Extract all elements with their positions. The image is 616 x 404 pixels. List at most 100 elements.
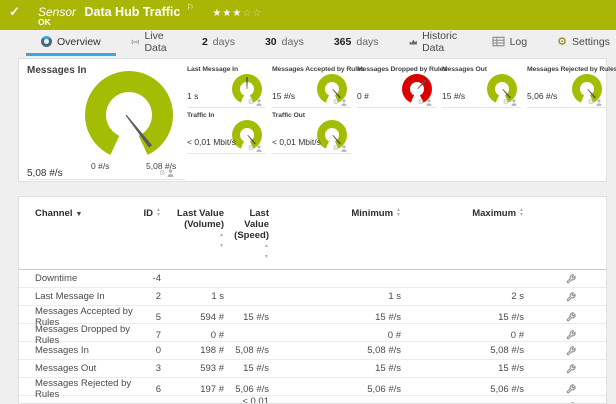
tab-bar: Overview Live Data 2 days 30 days 365 da…: [0, 30, 616, 56]
column-header-last-value-speed[interactable]: Last Value(Speed)▲▼: [224, 208, 269, 263]
wrench-settings-icon[interactable]: [566, 274, 576, 284]
overview-gauge-icon: [41, 36, 52, 47]
person-icon[interactable]: [596, 99, 602, 106]
column-header-last-value-volume[interactable]: Last Value(Volume)▲▼: [161, 208, 224, 252]
tab-historic-data-label: Historic Data: [422, 30, 461, 54]
person-icon[interactable]: [341, 145, 347, 152]
table-row-messages-in[interactable]: Messages In 0 198 # 5,08 #/s 5,08 #/s 5,…: [19, 342, 606, 360]
cell-volume: 1 s: [161, 291, 224, 302]
tab-365-days-number: 365: [334, 36, 352, 48]
primary-gauge-label: Messages In: [27, 65, 86, 76]
gauge-label: Messages Rejected by Rules: [527, 66, 606, 73]
gear-icon[interactable]: ⚙: [248, 99, 254, 106]
column-header-id[interactable]: ID▲▼: [139, 208, 161, 219]
tab-30-days[interactable]: 30 days: [250, 30, 319, 56]
cell-speed: 15 #/s: [224, 312, 269, 323]
gauge-scale-min: 0 #/s: [91, 161, 109, 171]
cell-channel: Messages Dropped by Rules: [35, 324, 139, 346]
tab-historic-data[interactable]: Historic Data: [394, 30, 477, 56]
gauge-label: Last Message In: [187, 66, 266, 73]
column-header-minimum[interactable]: Minimum▲▼: [269, 208, 401, 219]
column-header-speed-line2: (Speed)▲▼: [224, 230, 269, 263]
divider: [27, 179, 185, 180]
status-badge: OK: [38, 17, 51, 27]
mini-gauge-traffic-in: Traffic In < 0,01 Mbit/s ⚙: [187, 112, 266, 154]
status-ok-check-icon: ✓: [9, 4, 20, 20]
gauge-actions: ⚙: [418, 99, 432, 106]
gauge-actions: ⚙: [503, 99, 517, 106]
person-icon[interactable]: [341, 99, 347, 106]
table-row-messages-accepted[interactable]: Messages Accepted by Rules 5 594 # 15 #/…: [19, 306, 606, 324]
gear-icon[interactable]: ⚙: [503, 99, 509, 106]
flag-icon[interactable]: ⚐: [187, 3, 194, 12]
table-row-last-message-in[interactable]: Last Message In 2 1 s 1 s 2 s: [19, 288, 606, 306]
table-row-messages-out[interactable]: Messages Out 3 593 # 15 #/s 15 #/s 15 #/…: [19, 360, 606, 378]
sort-toggle-icon: ▲▼: [164, 230, 224, 252]
column-header-maximum-label: Maximum: [472, 208, 516, 219]
cell-minimum: 1 s: [269, 291, 401, 302]
cell-maximum: 2 s: [401, 291, 524, 302]
column-header-volume-line2: (Volume)▲▼: [161, 219, 224, 252]
cell-minimum: 15 #/s: [269, 312, 401, 323]
live-data-icon: [131, 36, 140, 48]
gear-icon[interactable]: ⚙: [418, 99, 424, 106]
gauge-value: < 0,01 Mbit/s: [272, 137, 321, 147]
wrench-settings-icon[interactable]: [566, 364, 576, 374]
mini-gauge-traffic-out: Traffic Out < 0,01 Mbit/s ⚙: [272, 112, 351, 154]
tab-live-data[interactable]: Live Data: [116, 30, 187, 56]
wrench-settings-icon[interactable]: [566, 312, 576, 322]
column-header-volume-line1: Last Value: [161, 208, 224, 219]
stars-empty[interactable]: ☆☆: [242, 8, 262, 19]
column-header-channel[interactable]: Channel▼: [35, 208, 139, 219]
tab-365-days[interactable]: 365 days: [319, 30, 394, 56]
wrench-settings-icon[interactable]: [566, 292, 576, 302]
cell-channel: Downtime: [35, 273, 139, 284]
person-icon[interactable]: [256, 145, 262, 152]
mini-gauges-row-1: Last Message In 1 s ⚙ Messages Accepted …: [187, 66, 612, 108]
gauge-actions: ⚙: [248, 145, 262, 152]
person-icon[interactable]: [167, 169, 174, 177]
person-icon[interactable]: [511, 99, 517, 106]
column-header-maximum[interactable]: Maximum▲▼: [401, 208, 524, 219]
mini-gauge-last-message-in: Last Message In 1 s ⚙: [187, 66, 266, 108]
table-row-messages-rejected[interactable]: Messages Rejected by Rules 6 197 # 5,06 …: [19, 378, 606, 396]
column-header-channel-label: Channel: [35, 208, 72, 219]
table-row-downtime[interactable]: Downtime -4: [19, 270, 606, 288]
gear-icon[interactable]: ⚙: [159, 170, 165, 177]
mini-gauge-messages-dropped: Messages Dropped by Rules 0 # ⚙: [357, 66, 436, 108]
gauge-value: 1 s: [187, 91, 198, 101]
table-row-messages-dropped[interactable]: Messages Dropped by Rules 7 0 # 0 # 0 #: [19, 324, 606, 342]
person-icon[interactable]: [256, 99, 262, 106]
wrench-settings-icon[interactable]: [566, 330, 576, 340]
column-header-speed-line1: Last Value: [224, 208, 269, 230]
wrench-settings-icon[interactable]: [566, 384, 576, 394]
gear-icon[interactable]: ⚙: [248, 145, 254, 152]
tab-2-days[interactable]: 2 days: [187, 30, 250, 56]
mini-gauge-messages-accepted: Messages Accepted by Rules 15 #/s ⚙: [272, 66, 351, 108]
tab-overview[interactable]: Overview: [26, 30, 116, 56]
gauge-label: Traffic In: [187, 112, 266, 119]
person-icon[interactable]: [426, 99, 432, 106]
gear-icon[interactable]: ⚙: [333, 99, 339, 106]
gear-icon[interactable]: ⚙: [588, 99, 594, 106]
tab-settings-label: Settings: [572, 36, 610, 48]
gear-icon[interactable]: ⚙: [333, 145, 339, 152]
cell-maximum: 5,06 #/s: [401, 384, 524, 395]
cell-id: 3: [139, 363, 161, 374]
priority-stars[interactable]: ★★★☆☆: [212, 8, 262, 19]
cell-speed: 5,06 #/s: [224, 384, 269, 395]
gauge-actions: ⚙: [588, 99, 602, 106]
settings-gear-icon: ⚙: [557, 37, 567, 47]
sensor-status-bar: ✓ Sensor Data Hub Traffic ⚐ ★★★☆☆ OK: [0, 0, 616, 30]
stars-filled[interactable]: ★★★: [212, 8, 242, 19]
tab-settings[interactable]: ⚙ Settings: [542, 30, 616, 56]
cell-maximum: 0 #: [401, 330, 524, 341]
tab-log[interactable]: Log: [477, 30, 543, 56]
gauge-value: 0 #: [357, 91, 369, 101]
wrench-settings-icon[interactable]: [566, 346, 576, 356]
tab-log-label: Log: [510, 36, 528, 48]
mini-gauges-row-2: Traffic In < 0,01 Mbit/s ⚙ Traffic Out <…: [187, 112, 612, 154]
primary-gauge-actions: ⚙: [159, 169, 174, 177]
gauge-actions: ⚙: [333, 99, 347, 106]
sort-toggle-icon: ▲▼: [227, 241, 269, 263]
